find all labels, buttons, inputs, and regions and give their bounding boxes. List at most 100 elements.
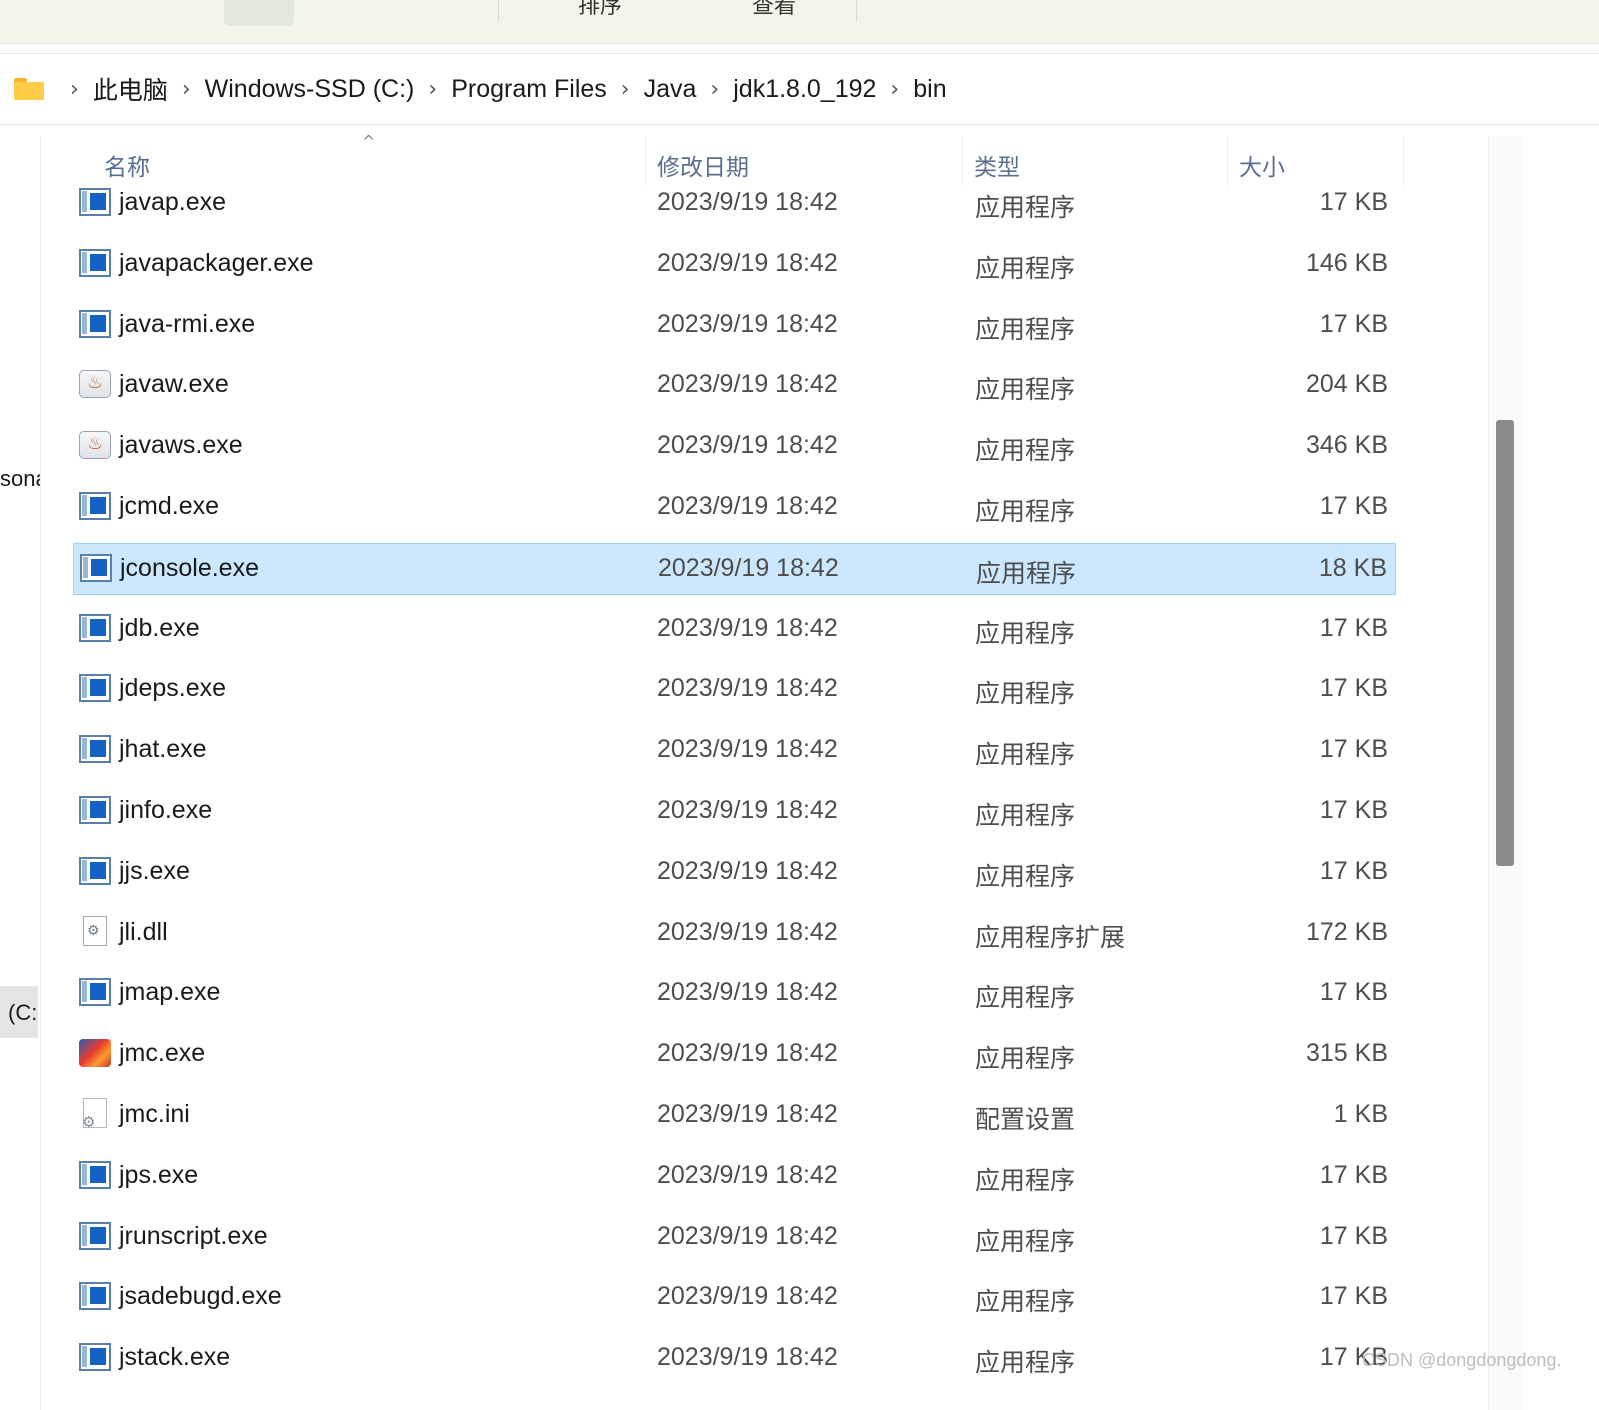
- file-row[interactable]: jmap.exe 2023/9/19 18:42 应用程序 17 KB: [73, 968, 1396, 1020]
- exe-icon: [79, 613, 111, 642]
- file-size: 17 KB: [1319, 674, 1388, 703]
- new-button[interactable]: [58, 0, 90, 16]
- file-type: 应用程序: [975, 984, 1076, 1013]
- file-date: 2023/9/19 18:42: [657, 1221, 838, 1250]
- chevron-right-icon[interactable]: ›: [428, 77, 437, 102]
- file-row[interactable]: jrunscript.exe 2023/9/19 18:42 应用程序 17 KB: [73, 1212, 1396, 1264]
- file-row[interactable]: jjs.exe 2023/9/19 18:42 应用程序 17 KB: [73, 847, 1396, 899]
- file-row[interactable]: jhat.exe 2023/9/19 18:42 应用程序 17 KB: [73, 725, 1396, 777]
- column-name[interactable]: 名称: [104, 148, 150, 182]
- file-date: 2023/9/19 18:42: [657, 188, 838, 216]
- file-row[interactable]: ♨ javaws.exe 2023/9/19 18:42 应用程序 346 KB: [73, 421, 1396, 473]
- scrollbar-thumb[interactable]: [1496, 420, 1514, 866]
- file-size: 17 KB: [1319, 188, 1388, 216]
- share-button[interactable]: [432, 0, 464, 16]
- file-date: 2023/9/19 18:42: [657, 248, 838, 277]
- chevron-right-icon[interactable]: ›: [621, 77, 630, 102]
- file-date: 2023/9/19 18:42: [657, 1039, 838, 1068]
- file-row[interactable]: jdeps.exe 2023/9/19 18:42 应用程序 17 KB: [73, 664, 1396, 716]
- file-date: 2023/9/19 18:42: [657, 978, 838, 1007]
- file-row[interactable]: jinfo.exe 2023/9/19 18:42 应用程序 17 KB: [73, 786, 1396, 838]
- chevron-right-icon[interactable]: ›: [890, 77, 899, 102]
- toolbar-separator: [856, 0, 857, 22]
- file-row[interactable]: jdb.exe 2023/9/19 18:42 应用程序 17 KB: [73, 604, 1396, 656]
- rename-button[interactable]: [336, 0, 368, 16]
- file-type: 应用程序: [975, 802, 1076, 830]
- file-name: javaws.exe: [119, 431, 243, 460]
- file-row[interactable]: ♨ javaw.exe 2023/9/19 18:42 应用程序 204 KB: [73, 360, 1396, 412]
- breadcrumb-program-files[interactable]: Program Files: [451, 75, 607, 104]
- file-date: 2023/9/19 18:42: [657, 674, 838, 703]
- file-size: 17 KB: [1319, 735, 1388, 764]
- file-row[interactable]: jsadebugd.exe 2023/9/19 18:42 应用程序 17 KB: [73, 1272, 1396, 1324]
- java-icon: ♨: [79, 370, 111, 399]
- sort-ascending-icon: ^: [362, 132, 376, 151]
- file-date: 2023/9/19 18:42: [657, 735, 838, 764]
- copy-button[interactable]: [150, 0, 182, 16]
- file-name: jmc.exe: [119, 1039, 206, 1068]
- file-name: jdeps.exe: [119, 674, 227, 703]
- paste-button[interactable]: [224, 0, 294, 26]
- file-type: 应用程序: [976, 559, 1077, 588]
- file-row[interactable]: jmc.exe 2023/9/19 18:42 应用程序 315 KB: [73, 1029, 1396, 1081]
- file-row[interactable]: jps.exe 2023/9/19 18:42 应用程序 17 KB: [73, 1151, 1396, 1203]
- file-name: jmc.ini: [119, 1100, 190, 1128]
- file-list: ^ 名称 修改日期 类型 大小 javap.exe 2023/9/19 18:42…: [40, 132, 1520, 1410]
- jmc-icon: [79, 1039, 111, 1068]
- file-date: 2023/9/19 18:42: [657, 856, 838, 885]
- breadcrumb-jdk[interactable]: jdk1.8.0_192: [733, 75, 876, 104]
- breadcrumb-drive[interactable]: Windows-SSD (C:): [205, 75, 415, 104]
- file-type: 应用程序: [975, 1349, 1076, 1378]
- exe-icon: [79, 248, 111, 277]
- file-size: 346 KB: [1305, 431, 1388, 460]
- column-size[interactable]: 大小: [1239, 148, 1285, 182]
- file-row[interactable]: ⚙ jli.dll 2023/9/19 18:42 应用程序扩展 172 KB: [73, 908, 1396, 960]
- column-divider[interactable]: [1403, 136, 1404, 186]
- navigation-pane: sona (C:: [0, 136, 41, 1410]
- exe-icon: [79, 978, 111, 1007]
- file-name: jmap.exe: [119, 978, 221, 1007]
- file-row[interactable]: javap.exe 2023/9/19 18:42 应用程序 17 KB: [73, 178, 1396, 230]
- file-size: 17 KB: [1319, 1160, 1388, 1189]
- file-type: 应用程序: [975, 862, 1076, 891]
- exe-icon: [79, 796, 111, 824]
- file-type: 应用程序: [975, 1045, 1076, 1074]
- file-row[interactable]: jconsole.exe 2023/9/19 18:42 应用程序 18 KB: [73, 542, 1396, 595]
- exe-icon: [79, 856, 111, 885]
- file-type: 配置设置: [975, 1106, 1076, 1134]
- chevron-right-icon[interactable]: ›: [182, 77, 191, 102]
- address-bar[interactable]: › 此电脑 › Windows-SSD (C:) › Program Files…: [0, 53, 1599, 125]
- exe-icon: [79, 492, 111, 520]
- file-size: 17 KB: [1319, 1221, 1388, 1250]
- chevron-right-icon[interactable]: ›: [710, 77, 719, 102]
- column-date[interactable]: 修改日期: [657, 148, 749, 182]
- java-icon: ♨: [79, 431, 111, 460]
- view-button[interactable]: 查看: [752, 0, 796, 20]
- file-row[interactable]: ⚙ jmc.ini 2023/9/19 18:42 配置设置 1 KB: [73, 1090, 1396, 1142]
- chevron-right-icon[interactable]: ›: [70, 77, 79, 102]
- nav-item-partial[interactable]: sona: [0, 466, 40, 492]
- file-row[interactable]: jcmd.exe 2023/9/19 18:42 应用程序 17 KB: [73, 482, 1396, 534]
- sort-button[interactable]: 排序: [578, 0, 622, 20]
- column-type[interactable]: 类型: [974, 148, 1020, 182]
- breadcrumb-this-pc[interactable]: 此电脑: [93, 71, 168, 107]
- file-size: 17 KB: [1319, 613, 1388, 642]
- file-size: 17 KB: [1319, 796, 1388, 824]
- file-row[interactable]: jstack.exe 2023/9/19 18:42 应用程序 17 KB: [73, 1333, 1396, 1385]
- file-size: 172 KB: [1305, 917, 1388, 946]
- file-row[interactable]: javapackager.exe 2023/9/19 18:42 应用程序 146 K…: [73, 239, 1396, 291]
- file-name: jinfo.exe: [119, 796, 213, 824]
- file-row[interactable]: java-rmi.exe 2023/9/19 18:42 应用程序 17 KB: [73, 300, 1396, 352]
- file-name: jconsole.exe: [120, 553, 259, 582]
- exe-icon: [79, 735, 111, 764]
- breadcrumb-java[interactable]: Java: [644, 75, 697, 104]
- exe-icon: [79, 1343, 111, 1372]
- exe-icon: [79, 1160, 111, 1189]
- file-date: 2023/9/19 18:42: [657, 492, 838, 520]
- file-type: 应用程序: [975, 254, 1076, 283]
- watermark: CSDN @dongdongdong.: [1362, 1350, 1562, 1370]
- file-date: 2023/9/19 18:42: [657, 309, 838, 338]
- breadcrumb-bin[interactable]: bin: [913, 75, 946, 104]
- toolbar-separator: [498, 0, 499, 22]
- nav-item-selected-drive[interactable]: (C:: [0, 986, 38, 1038]
